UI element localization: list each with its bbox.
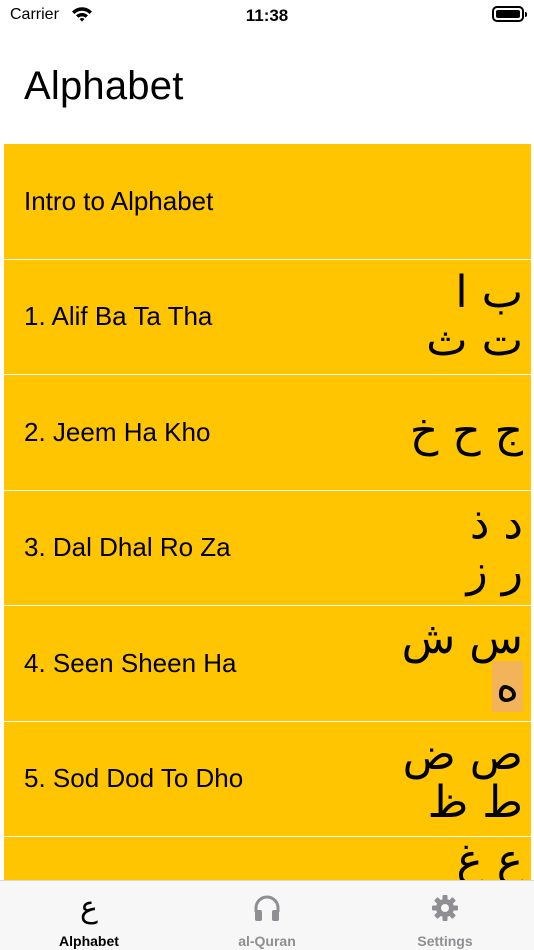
page-title: Alphabet	[24, 64, 184, 108]
battery-icon	[492, 6, 527, 22]
arabic-letters-line: ط ظ	[427, 776, 523, 828]
tab-alphabet[interactable]: ع Alphabet	[0, 881, 178, 950]
lesson-row-3[interactable]: 3. Dal Dhal Ro Za د ذ ر ز	[4, 490, 531, 606]
arabic-letters-line: ه	[491, 661, 523, 713]
tab-label: al-Quran	[238, 933, 296, 949]
lesson-list[interactable]: Intro to Alphabet 1. Alif Ba Ta Tha ب ا …	[4, 144, 531, 880]
lesson-row-intro[interactable]: Intro to Alphabet	[4, 144, 531, 260]
tab-bar: ع Alphabet al-Quran Settings	[0, 880, 534, 950]
lesson-row-6[interactable]: ع غ	[4, 837, 531, 880]
status-bar: Carrier 11:38	[0, 0, 534, 32]
lesson-label: 4. Seen Sheen Ha	[24, 647, 237, 678]
highlighted-letter: ه	[491, 661, 523, 713]
tab-label: Settings	[417, 933, 473, 949]
arabic-letters-line: ر ز	[466, 545, 523, 597]
arabic-letters: ص ض ط ظ	[403, 728, 523, 831]
tab-label: Alphabet	[59, 933, 119, 949]
ain-letter-glyph: ع	[80, 890, 98, 925]
tab-al-quran[interactable]: al-Quran	[178, 881, 356, 950]
lesson-row-5[interactable]: 5. Sod Dod To Dho ص ض ط ظ	[4, 721, 531, 837]
arabic-letters-line: ب ا	[455, 266, 523, 318]
arabic-letters-line: ص ض	[402, 728, 523, 780]
arabic-letters-line: س ش	[401, 613, 523, 665]
arabic-letters-line: ت ث	[426, 314, 523, 366]
lesson-row-1[interactable]: 1. Alif Ba Ta Tha ب ا ت ث	[4, 259, 531, 375]
arabic-letters: ج ح خ	[409, 381, 523, 484]
arabic-letters-line: ع غ	[456, 835, 523, 881]
tab-settings[interactable]: Settings	[356, 881, 534, 950]
lesson-label: 1. Alif Ba Ta Tha	[24, 301, 213, 332]
arabic-letters: ب ا ت ث	[413, 266, 523, 369]
status-time: 11:38	[245, 6, 289, 25]
ain-letter-icon: ع	[0, 891, 178, 925]
lesson-row-4[interactable]: 4. Seen Sheen Ha س ش ه	[4, 606, 531, 722]
arabic-letters-line: د ذ	[469, 497, 523, 549]
lesson-label: 2. Jeem Ha Kho	[24, 416, 211, 447]
arabic-letters-line: ج ح خ	[409, 406, 523, 458]
arabic-letters: ع غ	[413, 835, 523, 881]
lesson-label: Intro to Alphabet	[24, 185, 214, 216]
arabic-letters: س ش ه	[402, 612, 523, 715]
headphones-icon	[178, 891, 356, 925]
lesson-label: 3. Dal Dhal Ro Za	[24, 532, 231, 563]
lesson-row-2[interactable]: 2. Jeem Ha Kho ج ح خ	[4, 375, 531, 491]
gear-icon	[356, 891, 534, 925]
arabic-letters: د ذ ر ز	[413, 497, 523, 600]
lesson-label: 5. Sod Dod To Dho	[24, 763, 244, 794]
